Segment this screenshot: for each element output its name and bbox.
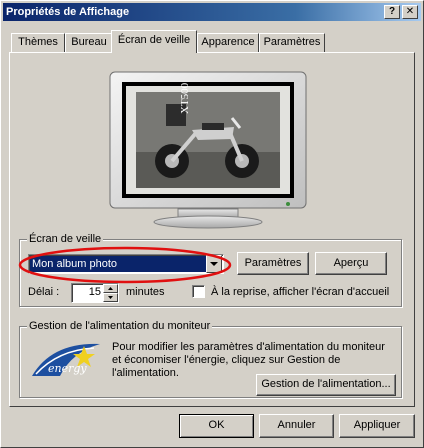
- energy-logo-text: energy: [48, 362, 87, 375]
- button-label: Appliquer: [353, 419, 401, 431]
- tab-parametres[interactable]: Paramètres: [259, 33, 325, 53]
- arrow-down-icon: [108, 296, 113, 299]
- monitor-preview-icon: XT500: [109, 71, 307, 229]
- tab-panel: XT500 Écran de veille Mon album photo Pa…: [9, 52, 415, 407]
- screensaver-preview-button[interactable]: Aperçu: [315, 252, 387, 275]
- button-label: OK: [208, 419, 225, 431]
- power-group: Gestion de l'alimentation du moniteur en…: [19, 320, 402, 398]
- tab-label: Paramètres: [263, 36, 321, 48]
- help-icon: ?: [388, 6, 396, 17]
- spin-down-button[interactable]: [103, 293, 118, 302]
- screensaver-group: Écran de veille Mon album photo Paramètr…: [18, 233, 402, 307]
- tab-themes[interactable]: Thèmes: [11, 33, 65, 53]
- close-button[interactable]: ✕: [402, 5, 418, 19]
- tab-label: Bureau: [71, 36, 107, 48]
- help-button[interactable]: ?: [384, 5, 400, 19]
- tab-apparence[interactable]: Apparence: [197, 33, 259, 53]
- resume-label[interactable]: À la reprise, afficher l'écran d'accueil: [211, 286, 389, 298]
- button-label: Paramètres: [244, 257, 302, 269]
- energy-star-logo: energy: [32, 343, 100, 376]
- tab-label: Apparence: [201, 36, 255, 48]
- tab-bureau[interactable]: Bureau: [65, 33, 113, 53]
- tab-label: Écran de veille: [117, 34, 191, 46]
- arrow-up-icon: [108, 287, 113, 290]
- ok-button[interactable]: OK: [179, 414, 254, 438]
- button-label: Annuler: [277, 419, 316, 431]
- tab-strip: Thèmes Bureau Écran de veille Apparence …: [9, 30, 415, 53]
- power-group-label: Gestion de l'alimentation du moniteur: [27, 320, 213, 332]
- photo-caption: XT500: [179, 82, 191, 114]
- highlight-ellipse: [18, 246, 232, 284]
- tab-ecran-de-veille[interactable]: Écran de veille: [111, 30, 197, 53]
- spin-up-button[interactable]: [103, 284, 118, 293]
- window-title: Propriétés de Affichage: [6, 6, 130, 18]
- delay-label: Délai :: [28, 286, 60, 298]
- resume-checkbox[interactable]: [192, 285, 205, 298]
- cancel-button[interactable]: Annuler: [259, 414, 334, 438]
- delay-unit: minutes: [126, 286, 165, 298]
- delay-value: 15: [88, 286, 101, 298]
- display-properties-window: Propriétés de Affichage ? ✕ Thèmes Burea…: [0, 0, 424, 448]
- power-management-button[interactable]: Gestion de l'alimentation...: [256, 374, 396, 396]
- title-bar[interactable]: Propriétés de Affichage ? ✕: [3, 3, 421, 21]
- delay-spinner[interactable]: 15: [71, 283, 119, 303]
- button-label: Aperçu: [333, 257, 369, 269]
- close-icon: ✕: [405, 6, 415, 17]
- button-label: Gestion de l'alimentation...: [261, 378, 391, 390]
- screensaver-settings-button[interactable]: Paramètres: [237, 252, 309, 275]
- apply-button[interactable]: Appliquer: [339, 414, 415, 438]
- tab-label: Thèmes: [18, 36, 58, 48]
